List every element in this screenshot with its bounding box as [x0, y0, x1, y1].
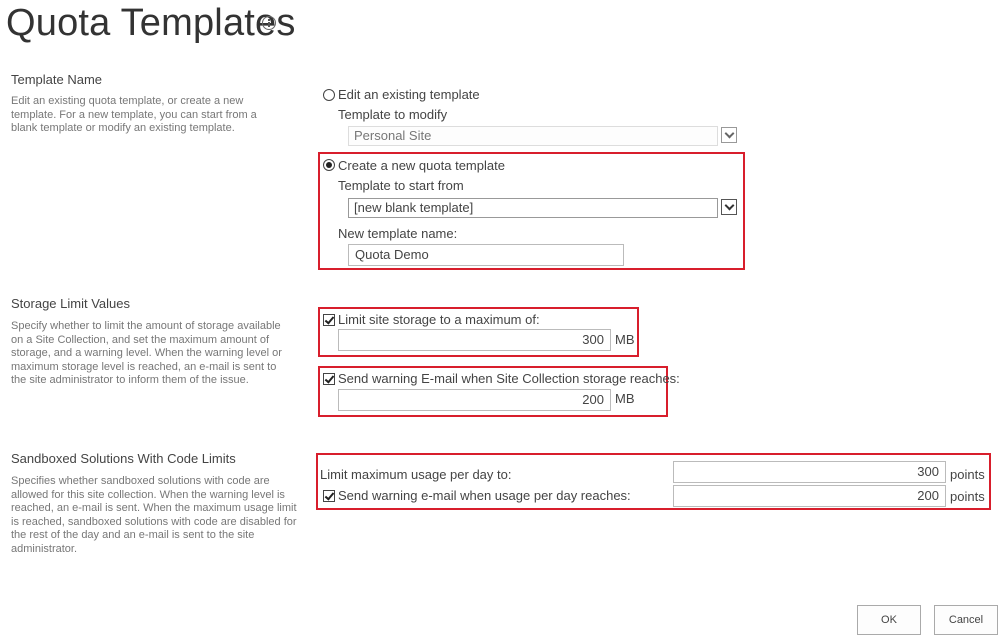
template-to-start-select[interactable]: [new blank template] — [348, 198, 718, 218]
ok-button[interactable]: OK — [857, 605, 921, 635]
usage-warning-input[interactable]: 200 — [673, 485, 946, 507]
storage-warning-input[interactable]: 200 — [338, 389, 611, 411]
sandbox-description: Specifies whether sandboxed solutions wi… — [11, 475, 297, 555]
usage-warning-unit: points — [950, 489, 985, 504]
limit-storage-checkbox[interactable] — [323, 314, 335, 326]
info-icon[interactable] — [262, 16, 276, 30]
template-name-section-title: Template Name — [11, 72, 103, 87]
storage-section-title: Storage Limit Values — [11, 296, 130, 311]
edit-existing-radio[interactable] — [323, 89, 335, 101]
create-new-label: Create a new quota template — [338, 158, 505, 173]
limit-storage-label: Limit site storage to a maximum of: — [338, 312, 540, 327]
storage-warning-unit: MB — [615, 391, 635, 406]
storage-warning-label: Send warning E-mail when Site Collection… — [338, 371, 680, 386]
template-name-description: Edit an existing quota template, or crea… — [11, 95, 257, 134]
create-new-radio[interactable] — [323, 159, 335, 171]
max-usage-label: Limit maximum usage per day to: — [320, 467, 512, 482]
chevron-down-icon[interactable] — [721, 127, 737, 143]
edit-existing-label: Edit an existing template — [338, 87, 480, 102]
usage-warning-label: Send warning e-mail when usage per day r… — [338, 488, 631, 503]
template-to-modify-label: Template to modify — [338, 107, 448, 122]
sandbox-section-title: Sandboxed Solutions With Code Limits — [11, 451, 236, 466]
limit-storage-input[interactable]: 300 — [338, 329, 611, 351]
max-usage-input[interactable]: 300 — [673, 461, 946, 483]
page-title: Quota Templates — [6, 2, 296, 44]
max-usage-unit: points — [950, 467, 985, 482]
template-to-start-label: Template to start from — [338, 178, 464, 193]
new-template-name-label: New template name: — [338, 226, 458, 241]
chevron-down-icon[interactable] — [721, 199, 737, 215]
new-template-name-input[interactable]: Quota Demo — [348, 244, 624, 266]
limit-storage-unit: MB — [615, 332, 635, 347]
storage-description: Specify whether to limit the amount of s… — [11, 320, 282, 386]
template-to-modify-select[interactable]: Personal Site — [348, 126, 718, 146]
usage-warning-checkbox[interactable] — [323, 490, 335, 502]
cancel-button[interactable]: Cancel — [934, 605, 998, 635]
storage-warning-checkbox[interactable] — [323, 373, 335, 385]
